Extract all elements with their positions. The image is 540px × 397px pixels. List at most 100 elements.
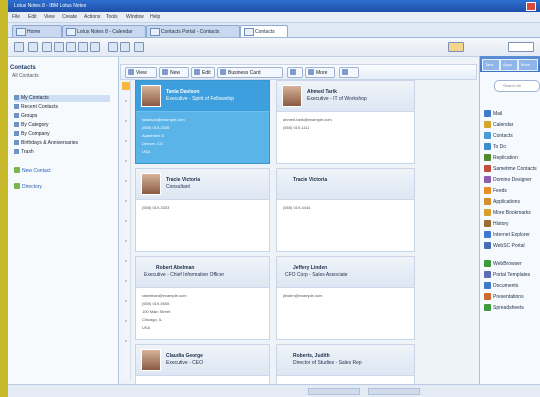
sidebar-item-birthdays[interactable]: Birthdays & Anniversaries: [14, 140, 78, 147]
panel-item-portal[interactable]: WebSC Portal: [484, 242, 540, 252]
index-dot: [125, 200, 127, 202]
contact-card[interactable]: Jeffery Linden CFO Corp - Sales Associat…: [276, 256, 415, 340]
panel-item-history[interactable]: History: [484, 220, 540, 230]
back-icon[interactable]: [14, 42, 24, 52]
tab-contacts[interactable]: Contacts: [240, 25, 288, 37]
alphabet-index-active[interactable]: [122, 82, 130, 90]
card-header: Jeffery Linden CFO Corp - Sales Associat…: [277, 257, 414, 288]
menu-actions[interactable]: Actions: [84, 14, 100, 20]
panel-item-documents[interactable]: Documents: [484, 282, 540, 292]
contact-phone: (555) 019-2345: [142, 125, 170, 130]
contact-city: Denver, CO: [142, 141, 163, 146]
folder-icon: [484, 198, 491, 205]
contact-card[interactable]: Tania Davison Executive - Spirit of Fell…: [135, 80, 270, 164]
panel-tab-apps[interactable]: Apps: [500, 59, 518, 71]
designer-icon: [484, 176, 491, 183]
delete-button[interactable]: [287, 67, 303, 78]
quick-search-input[interactable]: [508, 42, 534, 52]
panel-tab-more[interactable]: More: [518, 59, 538, 71]
copy-icon[interactable]: [90, 42, 100, 52]
menu-view[interactable]: View: [44, 14, 55, 20]
menu-help[interactable]: Help: [150, 14, 160, 20]
app-window: Lotus Notes 8 - IBM Lotus Notes File Edi…: [8, 0, 540, 397]
sidebar-item-recent[interactable]: Recent Contacts: [14, 104, 58, 111]
panel-item-bookmarks[interactable]: More Bookmarks: [484, 209, 540, 219]
index-dot: [125, 140, 127, 142]
save-icon[interactable]: [54, 42, 64, 52]
contact-card[interactable]: Tracie Victoria Consultant (555) 019-333…: [135, 168, 270, 252]
panel-item-designer[interactable]: Domino Designer: [484, 176, 540, 186]
more-icon: [308, 69, 314, 75]
new-button[interactable]: New: [159, 67, 189, 78]
sidebar-item-by-category[interactable]: By Category: [14, 122, 49, 129]
index-dot: [125, 220, 127, 222]
panel-item-calendar[interactable]: Calendar: [484, 121, 540, 131]
menu-window[interactable]: Window: [126, 14, 144, 20]
panel-item-internet-explorer[interactable]: Internet Explorer: [484, 231, 540, 241]
panel-item-presentations[interactable]: Presentations: [484, 293, 540, 303]
edit-button[interactable]: Edit: [191, 67, 215, 78]
panel-item-spreadsheets[interactable]: Spreadsheets: [484, 304, 540, 314]
card-header: Tracie Victoria Consultant: [136, 169, 269, 200]
sidebar-item-my-contacts[interactable]: My Contacts: [14, 95, 110, 102]
panel-item-portal-templates[interactable]: Portal Templates: [484, 271, 540, 281]
panel-item-replication[interactable]: Replication: [484, 154, 540, 164]
panel-item-applications[interactable]: Applications: [484, 198, 540, 208]
panel-item-sametime[interactable]: Sametime Contacts: [484, 165, 540, 175]
panel-item-mail[interactable]: Mail: [484, 110, 540, 120]
menu-tools[interactable]: Tools: [106, 14, 118, 20]
more-button[interactable]: More: [305, 67, 335, 78]
undo-icon[interactable]: [108, 42, 118, 52]
print-icon[interactable]: [66, 42, 76, 52]
portal-icon: [484, 242, 491, 249]
cut-icon[interactable]: [78, 42, 88, 52]
menu-file[interactable]: File: [12, 14, 20, 20]
spreadsheet-icon: [484, 304, 491, 311]
tab-contacts-portal[interactable]: Contacts Portal - Contacts: [146, 25, 240, 37]
tab-bar: Home Lotus Notes 8 - Calendar Contacts P…: [8, 23, 540, 38]
panel-item-todo[interactable]: To Do: [484, 143, 540, 153]
close-window-button[interactable]: [526, 2, 536, 11]
alphabet-index[interactable]: [122, 80, 131, 380]
menu-create[interactable]: Create: [62, 14, 77, 20]
tab-home[interactable]: Home: [12, 25, 62, 37]
open-icon[interactable]: [42, 42, 52, 52]
add-contact-icon: [14, 167, 20, 173]
contacts-icon: [150, 28, 160, 36]
business-card-button[interactable]: Business Card: [217, 67, 283, 78]
panel-search-input[interactable]: Search All: [494, 80, 540, 92]
index-dot: [125, 240, 127, 242]
refresh-icon: [342, 69, 348, 75]
view-button[interactable]: View: [125, 67, 157, 78]
contact-card[interactable]: Roberts, Judith Director of Studies - Sa…: [276, 344, 415, 386]
contact-card[interactable]: Ahmed Tarik Executive - IT of Workshop a…: [276, 80, 415, 164]
feeds-icon: [484, 187, 491, 194]
contact-card[interactable]: Robert Abelman Executive - Chief Informa…: [135, 256, 270, 340]
panel-item-contacts[interactable]: Contacts: [484, 132, 540, 142]
menu-edit[interactable]: Edit: [28, 14, 37, 20]
contact-phone: (555) 019-1111: [283, 125, 310, 130]
card-header: Ahmed Tarik Executive - IT of Workshop: [277, 81, 414, 112]
index-dot: [125, 120, 127, 122]
panel-item-feeds[interactable]: Feeds: [484, 187, 540, 197]
search-icon[interactable]: [120, 42, 130, 52]
contacts-toolbar: View New Edit Business Card More: [120, 64, 477, 80]
contact-card[interactable]: Claudia George Executive - CEO: [135, 344, 270, 386]
sidebar-item-groups[interactable]: Groups: [14, 113, 37, 120]
new-contact-link[interactable]: New Contact: [14, 167, 51, 174]
refresh-button[interactable]: [339, 67, 359, 78]
highlight-icon[interactable]: [448, 42, 464, 52]
sidebar-item-trash[interactable]: Trash: [14, 149, 34, 156]
panel-tab-tabs[interactable]: Tabs: [482, 59, 500, 71]
forward-icon[interactable]: [28, 42, 38, 52]
contact-photo: [141, 85, 161, 107]
contact-card[interactable]: Tracie Victoria (555) 019-4444: [276, 168, 415, 252]
directory-link[interactable]: Directory: [14, 183, 42, 190]
sidebar-item-by-company[interactable]: By Company: [14, 131, 50, 138]
tab-calendar[interactable]: Lotus Notes 8 - Calendar: [62, 25, 146, 37]
contact-name: Tracie Victoria: [166, 177, 201, 183]
bookmark-icon[interactable]: [134, 42, 144, 52]
panel-item-webbrowser[interactable]: WebBrowser: [484, 260, 540, 270]
sametime-icon: [484, 165, 491, 172]
new-icon: [162, 69, 168, 75]
